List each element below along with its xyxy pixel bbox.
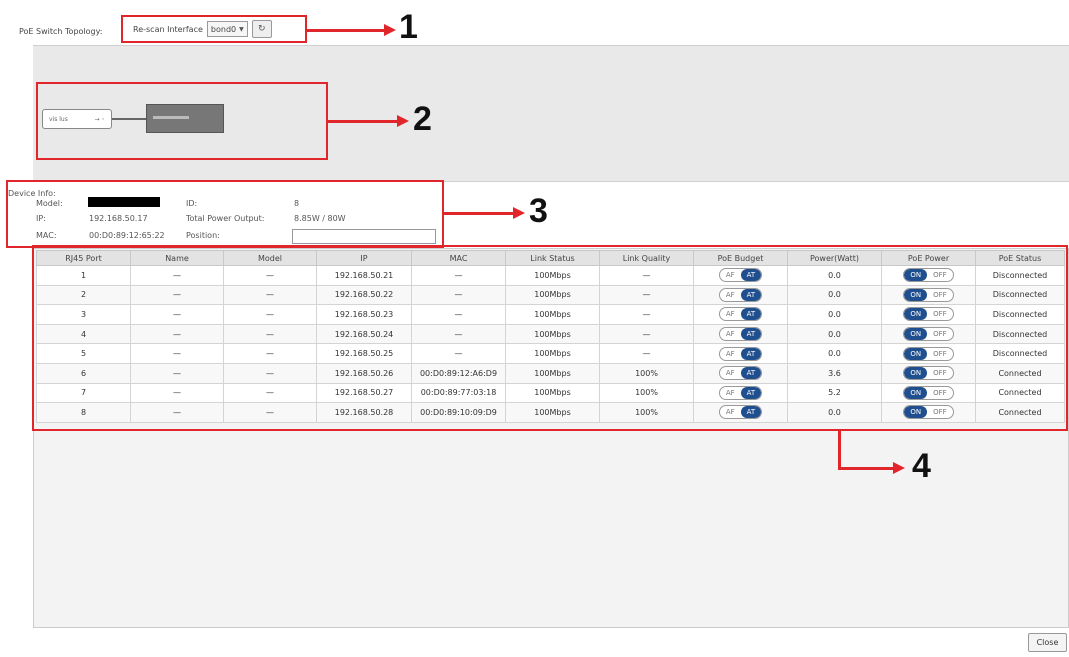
topology-label: PoE Switch Topology:	[19, 27, 103, 36]
arrow-head-icon	[384, 24, 396, 36]
arrow-head-icon	[893, 462, 905, 474]
callout-number-1: 1	[399, 8, 418, 46]
arrow-head-icon	[397, 115, 409, 127]
callout-box-1	[121, 15, 307, 43]
callout-box-2	[36, 82, 328, 160]
callout-box-3	[6, 180, 444, 248]
callout-arrow-4-vertical	[838, 431, 841, 469]
callout-box-4	[32, 245, 1068, 431]
callout-number-3: 3	[529, 192, 548, 230]
close-button[interactable]: Close	[1028, 633, 1067, 652]
callout-number-2: 2	[413, 100, 432, 138]
callout-arrow-3	[444, 212, 514, 215]
callout-arrow-4	[838, 467, 894, 470]
arrow-head-icon	[513, 207, 525, 219]
callout-arrow-2	[328, 120, 398, 123]
callout-arrow-1	[307, 29, 385, 32]
callout-number-4: 4	[912, 447, 931, 485]
